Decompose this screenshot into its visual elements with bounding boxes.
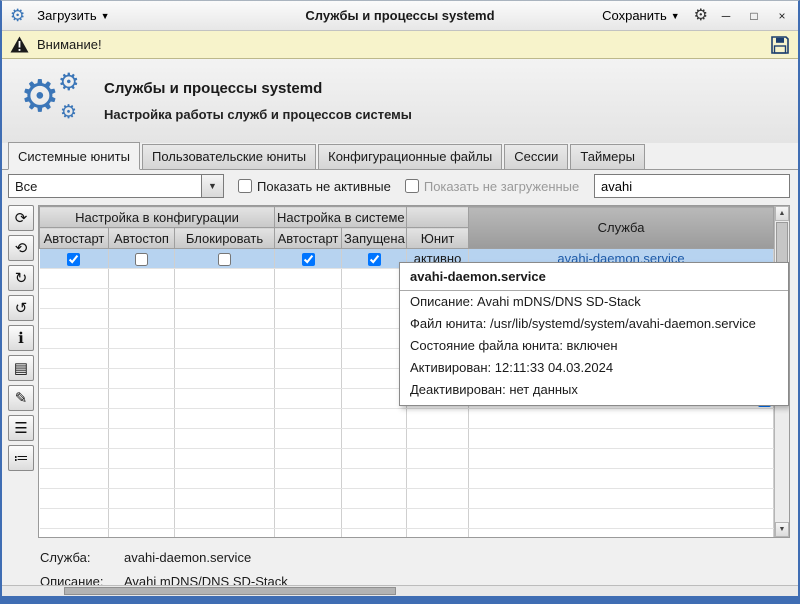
load-button[interactable]: Загрузить ▼	[31, 5, 115, 26]
table-row[interactable]	[40, 409, 774, 429]
tooltip-description: Описание: Avahi mDNS/DNS SD-Stack	[400, 291, 788, 313]
scroll-up-icon[interactable]: ▲	[775, 206, 789, 221]
table-row[interactable]	[40, 449, 774, 469]
gear-icon: ⚙	[58, 71, 80, 95]
tab-config-files[interactable]: Конфигурационные файлы	[318, 144, 502, 169]
search-input[interactable]	[594, 174, 790, 198]
group-header-config[interactable]: Настройка в конфигурации	[40, 207, 275, 228]
save-file-icon[interactable]	[770, 35, 790, 55]
save-button-label: Сохранить	[602, 8, 667, 23]
page-title: Службы и процессы systemd	[104, 80, 412, 97]
status-service-label: Служба:	[40, 550, 124, 565]
show-inactive-checkbox[interactable]: Показать не активные	[238, 179, 391, 194]
column-header-running[interactable]: Запущена	[342, 228, 407, 249]
restart-unit-icon[interactable]: ↻	[8, 265, 34, 291]
config-autostop-checkbox[interactable]	[135, 253, 148, 266]
app-window: Службы и процессы systemd ⚙ Загрузить ▼ …	[0, 0, 800, 604]
system-autostart-checkbox[interactable]	[302, 253, 315, 266]
service-tooltip: avahi-daemon.service Описание: Avahi mDN…	[399, 262, 789, 406]
warning-bar: Внимание!	[2, 31, 798, 59]
info-icon[interactable]: ℹ	[8, 325, 34, 351]
column-header-unit[interactable]: Юнит	[407, 228, 469, 249]
config-autostart-checkbox[interactable]	[67, 253, 80, 266]
close-button[interactable]: ×	[772, 7, 792, 25]
column-header-block[interactable]: Блокировать	[175, 228, 275, 249]
config-block-checkbox[interactable]	[218, 253, 231, 266]
edit-unit-icon[interactable]: ✎	[8, 385, 34, 411]
status-service-value: avahi-daemon.service	[124, 550, 251, 565]
scroll-down-icon[interactable]: ▼	[775, 522, 789, 537]
table-row[interactable]	[40, 429, 774, 449]
unit-file-icon[interactable]: ▤	[8, 355, 34, 381]
column-header-service[interactable]: Служба	[469, 207, 774, 249]
horizontal-scrollbar-thumb[interactable]	[64, 587, 396, 595]
column-header-autostop[interactable]: Автостоп	[109, 228, 175, 249]
minimize-button[interactable]: ─	[716, 7, 736, 25]
maximize-button[interactable]: □	[744, 7, 764, 25]
table-row[interactable]	[40, 529, 774, 539]
tooltip-activated: Активирован: 12:11:33 04.03.2024	[400, 357, 788, 379]
services-table-container: Настройка в конфигурации Настройка в сис…	[38, 205, 790, 538]
settings-gear-icon[interactable]: ⚙	[694, 8, 708, 24]
group-header-system[interactable]: Настройка в системе	[275, 207, 407, 228]
column-header-autostart-config[interactable]: Автостарт	[40, 228, 109, 249]
save-button[interactable]: Сохранить ▼	[596, 5, 686, 26]
tab-system-units[interactable]: Системные юниты	[8, 142, 140, 170]
chevron-down-icon[interactable]: ▼	[201, 175, 223, 197]
table-row[interactable]	[40, 489, 774, 509]
app-logo: ⚙ ⚙ ⚙	[2, 69, 104, 133]
category-dropdown-value: Все	[9, 179, 201, 194]
table-row[interactable]	[40, 469, 774, 489]
column-header-autostart-system[interactable]: Автостарт	[275, 228, 342, 249]
app-gear-icon: ⚙	[10, 7, 25, 24]
status-panel: Служба: avahi-daemon.service Описание: A…	[2, 541, 798, 589]
page-header: ⚙ ⚙ ⚙ Службы и процессы systemd Настройк…	[2, 59, 798, 143]
tooltip-title: avahi-daemon.service	[400, 269, 788, 291]
titlebar: Службы и процессы systemd ⚙ Загрузить ▼ …	[2, 1, 798, 31]
tab-sessions[interactable]: Сессии	[504, 144, 568, 169]
refresh-icon[interactable]: ⟳	[8, 205, 34, 231]
show-unloaded-input[interactable]	[405, 179, 419, 193]
show-unloaded-label: Показать не загруженные	[424, 179, 579, 194]
group-header-empty	[407, 207, 469, 228]
dependencies-icon[interactable]: ≔	[8, 445, 34, 471]
main-area: ⟳ ⟲ ↻ ↺ ℹ ▤ ✎ ☰ ≔ Настройка в конфигурац…	[2, 203, 798, 538]
system-running-checkbox[interactable]	[368, 253, 381, 266]
window-bottom-edge	[2, 596, 798, 602]
show-unloaded-checkbox[interactable]: Показать не загруженные	[405, 179, 579, 194]
warning-icon	[10, 36, 29, 53]
horizontal-scrollbar[interactable]	[2, 585, 798, 596]
filter-bar: Все ▼ Показать не активные Показать не з…	[2, 169, 798, 203]
category-dropdown[interactable]: Все ▼	[8, 174, 224, 198]
show-inactive-label: Показать не активные	[257, 179, 391, 194]
table-group-header-row: Настройка в конфигурации Настройка в сис…	[40, 207, 774, 228]
tooltip-unit-file-state: Состояние файла юнита: включен	[400, 335, 788, 357]
gear-icon: ⚙	[20, 75, 59, 119]
show-inactive-input[interactable]	[238, 179, 252, 193]
side-toolbar: ⟳ ⟲ ↻ ↺ ℹ ▤ ✎ ☰ ≔	[8, 205, 36, 471]
tab-user-units[interactable]: Пользовательские юниты	[142, 144, 316, 169]
reload-daemon-icon[interactable]: ⟲	[8, 235, 34, 261]
tab-timers[interactable]: Таймеры	[570, 144, 645, 169]
page-subtitle: Настройка работы служб и процессов систе…	[104, 107, 412, 122]
chevron-down-icon: ▼	[101, 11, 110, 21]
load-button-label: Загрузить	[37, 8, 96, 23]
revert-icon[interactable]: ↺	[8, 295, 34, 321]
tooltip-deactivated: Деактивирован: нет данных	[400, 379, 788, 401]
chevron-down-icon: ▼	[671, 11, 680, 21]
warning-text: Внимание!	[37, 37, 102, 52]
journal-icon[interactable]: ☰	[8, 415, 34, 441]
tooltip-unit-file: Файл юнита: /usr/lib/systemd/system/avah…	[400, 313, 788, 335]
tab-bar: Системные юниты Пользовательские юниты К…	[2, 143, 798, 170]
gear-icon: ⚙	[60, 103, 77, 122]
table-row[interactable]	[40, 509, 774, 529]
